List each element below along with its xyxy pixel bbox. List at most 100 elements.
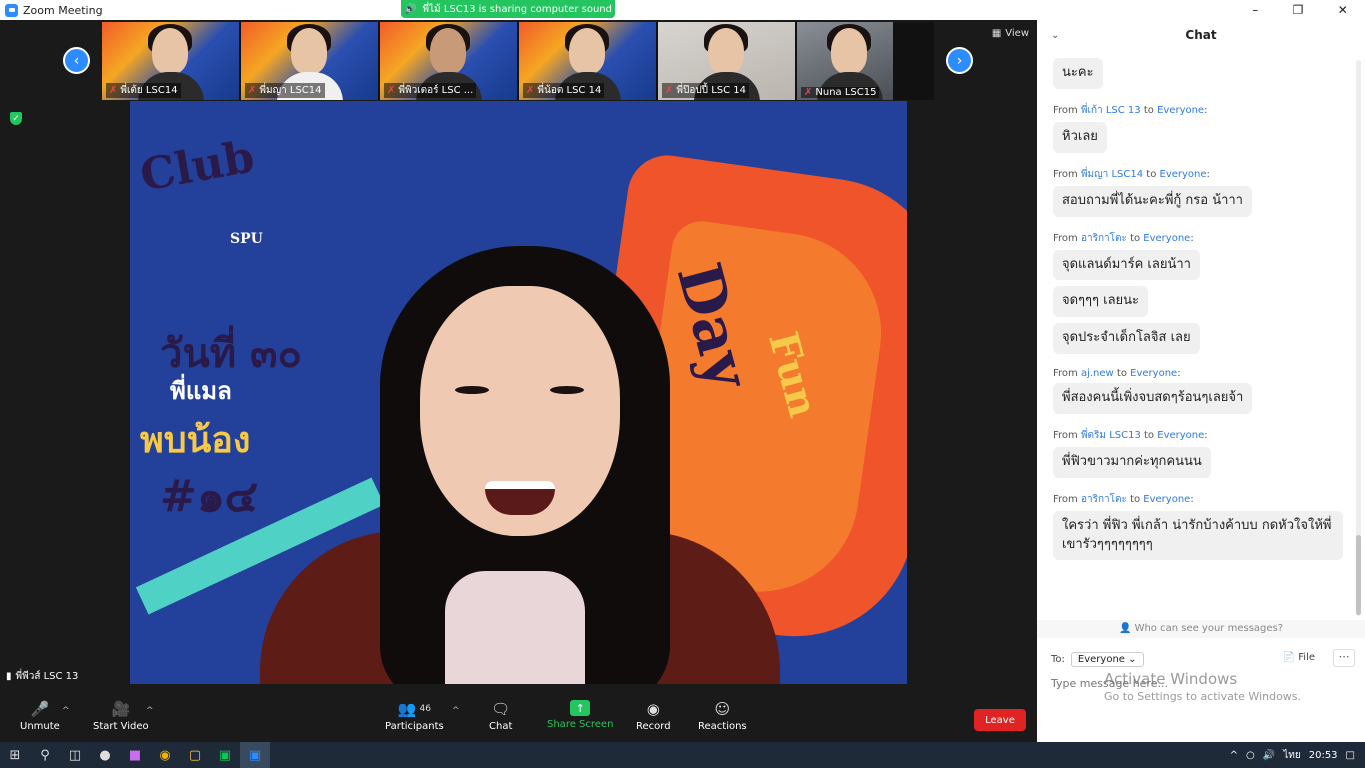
chat-sender-line: From พี่เก้า LSC 13 to Everyone: bbox=[1053, 104, 1208, 116]
active-speaker-name: พี่พีวส์ LSC 13 bbox=[15, 670, 79, 682]
participant-name: พี่เต้ย LSC14 bbox=[120, 85, 178, 96]
sender-name[interactable]: พี่ตริม LSC13 bbox=[1081, 430, 1141, 441]
view-button[interactable]: ▦ View bbox=[992, 28, 1029, 39]
participant-name: พี่น้อต LSC 14 bbox=[537, 85, 602, 96]
app-icon[interactable]: ● bbox=[90, 742, 120, 768]
participant-thumbnail[interactable]: ✗ พี่ป๊อปปี้ LSC 14 bbox=[658, 22, 795, 100]
mic-muted-icon: ✗ bbox=[804, 87, 813, 98]
chat-message: From อาริกาโตะ to Everyone: จุดแลนด์มาร์… bbox=[1053, 223, 1353, 361]
participants-caret-icon[interactable]: ^ bbox=[452, 706, 460, 716]
chat-message-input[interactable] bbox=[1051, 674, 1301, 692]
participant-thumbnail[interactable]: ✗ พี่พิวเตอร์ LSC ... bbox=[380, 22, 517, 100]
chat-message: From พี่มญา LSC14 to Everyone: สอบถามพี่… bbox=[1053, 159, 1353, 223]
unmute-button[interactable]: 🎤 Unmute bbox=[20, 700, 60, 732]
video-options-caret-icon[interactable]: ^ bbox=[146, 706, 154, 716]
chat-label: Chat bbox=[489, 721, 513, 732]
premiere-icon[interactable]: ■ bbox=[120, 742, 150, 768]
file-explorer-icon[interactable]: ▢ bbox=[180, 742, 210, 768]
close-icon[interactable]: ✕ bbox=[1338, 3, 1348, 17]
sender-name[interactable]: พี่เก้า LSC 13 bbox=[1081, 105, 1141, 116]
system-tray: ^ ○ 🔊 ไทย 20:53 □ bbox=[1230, 742, 1355, 768]
meeting-area: ‹ ✗ พี่เต้ย LSC14 ✗ พี่มญา LSC14 ✗ พี่พิวเต… bbox=[0, 20, 1037, 692]
share-screen-button[interactable]: ↑ Share Screen bbox=[547, 700, 613, 730]
chat-bubble: สอบถามพี่ได้นะคะพี่กู้ กรอ น้าาา bbox=[1053, 185, 1252, 217]
sender-name[interactable]: อาริกาโตะ bbox=[1081, 494, 1127, 505]
recipient-name: Everyone bbox=[1157, 429, 1205, 441]
task-view-icon[interactable]: ◫ bbox=[60, 742, 90, 768]
sender-name[interactable]: aj.new bbox=[1081, 368, 1114, 379]
chat-bubble: จุดประจำเด็กโลจิส เลย bbox=[1053, 323, 1200, 355]
mic-muted-icon: ✗ bbox=[526, 85, 535, 96]
chat-title: Chat bbox=[1185, 28, 1217, 42]
chat-bubble: นะคะ bbox=[1053, 58, 1103, 89]
share-screen-label: Share Screen bbox=[547, 719, 614, 730]
windows-start-icon[interactable]: ⊞ bbox=[0, 742, 30, 768]
recipient-name: Everyone bbox=[1143, 493, 1191, 505]
to-label: To: bbox=[1051, 653, 1065, 665]
person-lock-icon: 👤 bbox=[1118, 623, 1132, 634]
chat-message-list[interactable]: นะคะ From พี่เก้า LSC 13 to Everyone: หิ… bbox=[1053, 58, 1353, 614]
maximize-icon[interactable]: ❐ bbox=[1293, 3, 1304, 17]
sender-name[interactable]: พี่มญา LSC14 bbox=[1081, 169, 1143, 180]
chat-sender-line: From อาริกาโตะ to Everyone: bbox=[1053, 493, 1194, 505]
chat-scrollbar[interactable] bbox=[1356, 60, 1361, 616]
chat-bubble: จุดแลนด์มาร์ค เลยน้าา bbox=[1053, 249, 1200, 281]
participant-name: พี่มญา LSC14 bbox=[259, 85, 322, 96]
clock[interactable]: 20:53 bbox=[1309, 750, 1338, 761]
participants-button[interactable]: 👥 46 Participants bbox=[385, 700, 444, 732]
participant-thumbnail[interactable]: ✗ พี่น้อต LSC 14 bbox=[519, 22, 656, 100]
search-icon[interactable]: ⚲ bbox=[30, 742, 60, 768]
chat-scroll-thumb[interactable] bbox=[1356, 535, 1361, 615]
language-indicator[interactable]: ไทย bbox=[1283, 748, 1300, 763]
chat-sender-line: From พี่มญา LSC14 to Everyone: bbox=[1053, 168, 1210, 180]
background-text-decoration: พี่แมล bbox=[170, 376, 232, 405]
audio-options-caret-icon[interactable]: ^ bbox=[62, 706, 70, 716]
file-button[interactable]: 📄 File bbox=[1283, 652, 1315, 663]
participants-label: Participants bbox=[385, 721, 444, 732]
who-can-see-link[interactable]: 👤 Who can see your messages? bbox=[1037, 620, 1365, 638]
encryption-shield-icon[interactable]: ✓ bbox=[10, 112, 22, 125]
record-button[interactable]: ◉ Record bbox=[636, 700, 671, 732]
record-label: Record bbox=[636, 721, 671, 732]
participant-name: พี่ป๊อปปี้ LSC 14 bbox=[676, 85, 747, 96]
line-icon[interactable]: ▣ bbox=[210, 742, 240, 768]
chat-sender-line: From aj.new to Everyone: bbox=[1053, 368, 1181, 380]
minimize-icon[interactable]: – bbox=[1252, 3, 1258, 17]
chat-panel: – ❐ ✕ ⌄ Chat นะคะ From พี่เก้า LSC 13 to… bbox=[1037, 0, 1365, 742]
leave-button[interactable]: Leave bbox=[974, 709, 1026, 731]
mic-muted-icon: ✗ bbox=[248, 85, 257, 96]
chat-button[interactable]: 🗨 Chat bbox=[489, 700, 512, 732]
prev-page-arrow-icon[interactable]: ‹ bbox=[63, 47, 90, 74]
next-page-arrow-icon[interactable]: › bbox=[946, 47, 973, 74]
sharing-sound-text: พี่ไม้ LSC13 is sharing computer sound bbox=[422, 3, 612, 15]
chat-message: From พี่เก้า LSC 13 to Everyone: หิวเลย bbox=[1053, 95, 1353, 159]
notification-icon[interactable]: □ bbox=[1346, 750, 1355, 761]
chevron-up-icon[interactable]: ^ bbox=[1230, 750, 1238, 761]
sender-name[interactable]: อาริกาโตะ bbox=[1081, 233, 1127, 244]
network-icon[interactable]: ○ bbox=[1246, 750, 1255, 761]
window-title: Zoom Meeting bbox=[23, 3, 103, 17]
grid-view-icon: ▦ bbox=[991, 28, 1002, 39]
signal-strength-icon: ▮ bbox=[6, 670, 12, 682]
recipient-dropdown[interactable]: Everyone ⌄ bbox=[1070, 651, 1144, 667]
participant-thumbnail[interactable]: ✗ พี่มญา LSC14 bbox=[241, 22, 378, 100]
speaker-icon: 🔊 bbox=[403, 3, 417, 15]
video-off-icon: 🎥 bbox=[111, 700, 131, 718]
start-video-button[interactable]: 🎥 Start Video bbox=[93, 700, 149, 732]
mic-muted-icon: ✗ bbox=[665, 85, 674, 96]
active-speaker-label: ▮ พี่พีวส์ LSC 13 bbox=[0, 667, 85, 685]
share-screen-icon: ↑ bbox=[570, 700, 591, 716]
chat-bubble-icon: 🗨 bbox=[491, 700, 511, 718]
volume-icon[interactable]: 🔊 bbox=[1263, 750, 1275, 761]
chrome-icon[interactable]: ◉ bbox=[150, 742, 180, 768]
recipient-name: Everyone bbox=[1130, 368, 1178, 380]
smiley-icon: ☺ bbox=[714, 700, 731, 718]
spu-logo-text: SPU bbox=[230, 231, 263, 247]
more-options-icon[interactable]: ⋯ bbox=[1333, 649, 1355, 667]
participant-thumbnail[interactable]: ✗ พี่เต้ย LSC14 bbox=[102, 22, 239, 100]
thumbnail-strip: ✗ พี่เต้ย LSC14 ✗ พี่มญา LSC14 ✗ พี่พิวเตอร… bbox=[102, 22, 934, 100]
participant-thumbnail[interactable]: ✗ Nuna LSC15 bbox=[797, 22, 893, 100]
chat-message: From aj.new to Everyone: พี่สองคนนี้เพิ่… bbox=[1053, 360, 1353, 420]
zoom-taskbar-icon[interactable]: ▣ bbox=[240, 742, 270, 768]
reactions-button[interactable]: ☺ Reactions bbox=[698, 700, 747, 732]
